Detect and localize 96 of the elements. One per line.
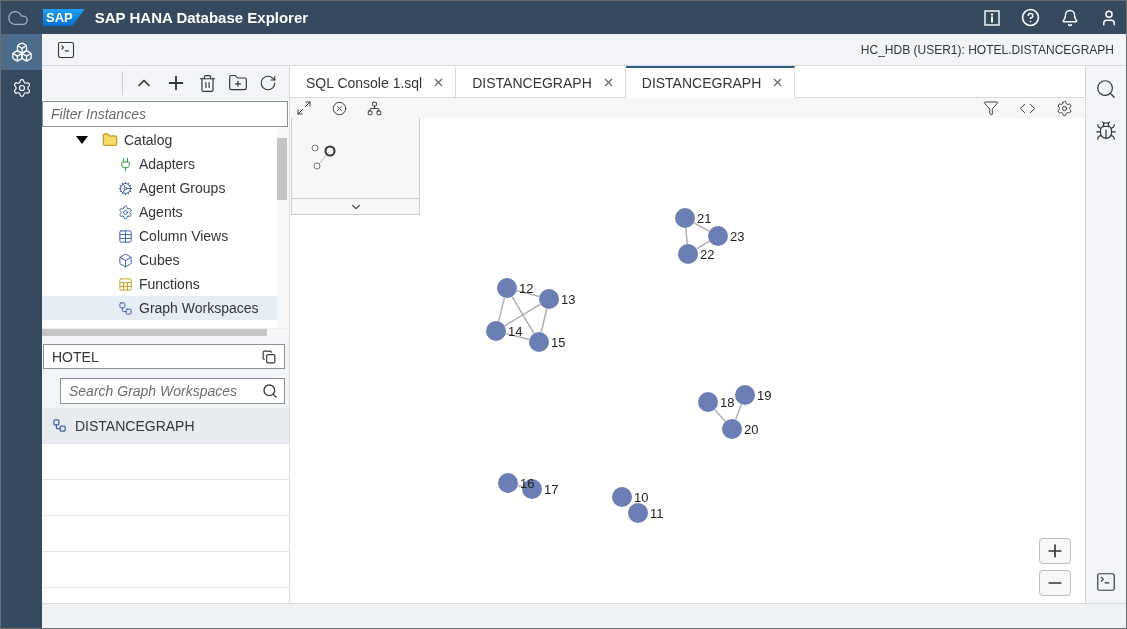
edge-line bbox=[685, 227, 688, 245]
node-label: 22 bbox=[700, 247, 715, 262]
edge-line bbox=[693, 222, 710, 232]
node-label: 17 bbox=[544, 482, 559, 497]
expanded-caret-icon[interactable] bbox=[76, 136, 88, 144]
zoom-in-button[interactable] bbox=[1039, 538, 1071, 564]
close-tab-button[interactable] bbox=[434, 78, 444, 87]
gears-icon bbox=[118, 180, 133, 196]
graph-node[interactable] bbox=[498, 473, 518, 493]
graph-node[interactable] bbox=[539, 289, 559, 309]
gear-icon bbox=[118, 204, 133, 220]
sap-logo: SAP bbox=[43, 9, 85, 26]
tree-item[interactable]: Cubes bbox=[42, 248, 277, 272]
zoom-out-button[interactable] bbox=[1039, 570, 1071, 596]
node-label: 21 bbox=[697, 211, 712, 226]
search-icon[interactable] bbox=[262, 383, 278, 399]
scrollbar-thumb[interactable] bbox=[277, 138, 287, 200]
close-tab-button[interactable] bbox=[773, 78, 783, 87]
connection-context: HC_HDB (USER1): HOTEL.DISTANCEGRAPH bbox=[860, 42, 1114, 57]
node-label: 13 bbox=[561, 292, 576, 307]
tree-label: Column Views bbox=[139, 228, 229, 244]
tree-item[interactable]: Catalog bbox=[42, 128, 277, 152]
graph-node[interactable] bbox=[698, 392, 718, 412]
node-label: 10 bbox=[634, 490, 649, 505]
graph-node[interactable] bbox=[708, 226, 728, 246]
workspace-label: DISTANCEGRAPH bbox=[75, 417, 195, 434]
node-label: 11 bbox=[650, 506, 664, 521]
refresh-icon[interactable] bbox=[259, 74, 277, 92]
tree-item[interactable]: Adapters bbox=[42, 152, 277, 176]
settings-icon[interactable] bbox=[11, 78, 32, 98]
folder-icon bbox=[102, 132, 118, 148]
graph-node[interactable] bbox=[529, 332, 549, 352]
graph-icon bbox=[52, 418, 67, 433]
node-label: 16 bbox=[520, 476, 535, 491]
search-icon[interactable] bbox=[1095, 78, 1117, 100]
tree-label: Functions bbox=[139, 276, 200, 292]
graph-node[interactable] bbox=[675, 208, 695, 228]
graph-icon bbox=[118, 300, 133, 316]
sql-console-icon[interactable] bbox=[56, 39, 76, 60]
tree-item[interactable]: Functions bbox=[42, 272, 277, 296]
tree-label: Catalog bbox=[124, 132, 173, 148]
scrollbar-thumb[interactable] bbox=[42, 329, 267, 336]
user-icon[interactable] bbox=[1100, 8, 1118, 27]
tree-item[interactable]: Graph Workspaces bbox=[42, 296, 277, 320]
node-label: 20 bbox=[744, 422, 759, 437]
node-label: 18 bbox=[720, 395, 735, 410]
node-label: 12 bbox=[519, 281, 534, 296]
graph-node[interactable] bbox=[628, 503, 648, 523]
tree-label: Cubes bbox=[139, 252, 180, 268]
explorer-nav-button[interactable] bbox=[1, 34, 42, 70]
search-field[interactable]: Search Graph Workspaces bbox=[60, 378, 285, 404]
help-icon[interactable] bbox=[1021, 8, 1040, 27]
node-label: 23 bbox=[730, 229, 745, 244]
function-table-icon bbox=[118, 276, 133, 292]
editor-tab[interactable]: DISTANCEGRAPH bbox=[625, 66, 796, 98]
reset-icon[interactable] bbox=[332, 100, 347, 116]
info-icon[interactable] bbox=[984, 9, 1000, 26]
tree-item[interactable]: Column Views bbox=[42, 224, 277, 248]
filter-field[interactable]: Filter Instances bbox=[42, 101, 288, 127]
close-tab-button[interactable] bbox=[603, 78, 613, 87]
node-label: 19 bbox=[757, 388, 772, 403]
filter-add-icon[interactable] bbox=[983, 100, 999, 116]
fit-icon[interactable] bbox=[296, 100, 312, 116]
tree-label: Graph Workspaces bbox=[139, 300, 259, 316]
tree-label: Agents bbox=[139, 204, 183, 220]
delete-icon[interactable] bbox=[198, 73, 217, 93]
bell-icon[interactable] bbox=[1061, 8, 1079, 27]
app-title: SAP HANA Database Explorer bbox=[94, 9, 310, 26]
edge-line bbox=[695, 240, 711, 250]
bug-icon[interactable] bbox=[1095, 120, 1117, 142]
tree-item[interactable]: Agent Groups bbox=[42, 176, 277, 200]
edge-line bbox=[713, 408, 727, 423]
cubes-icon[interactable] bbox=[10, 41, 33, 63]
tree-label: Adapters bbox=[139, 156, 196, 172]
graph-node[interactable] bbox=[722, 419, 742, 439]
graph-node[interactable] bbox=[497, 278, 517, 298]
node-label: 15 bbox=[551, 335, 566, 350]
graph-node[interactable] bbox=[486, 321, 506, 341]
settings-icon[interactable] bbox=[1056, 99, 1073, 117]
graph-node[interactable] bbox=[678, 244, 698, 264]
graph-node[interactable] bbox=[612, 487, 632, 507]
graph-node[interactable] bbox=[735, 385, 755, 405]
cube-icon bbox=[118, 252, 133, 268]
layout-icon[interactable] bbox=[367, 100, 382, 116]
edge-line bbox=[734, 403, 743, 421]
node-label: 14 bbox=[508, 324, 523, 339]
tree-item[interactable]: Agents bbox=[42, 200, 277, 224]
graph-node[interactable] bbox=[522, 479, 542, 499]
run-console-icon[interactable] bbox=[1095, 571, 1117, 593]
tree-label: Agent Groups bbox=[139, 180, 226, 196]
table-icon bbox=[118, 228, 133, 244]
copy-icon[interactable] bbox=[262, 349, 276, 364]
new-folder-icon[interactable] bbox=[228, 73, 248, 93]
schema-select[interactable]: HOTEL bbox=[43, 344, 285, 369]
workspace-item[interactable]: DISTANCEGRAPH bbox=[42, 408, 289, 444]
plug-icon bbox=[118, 156, 133, 172]
